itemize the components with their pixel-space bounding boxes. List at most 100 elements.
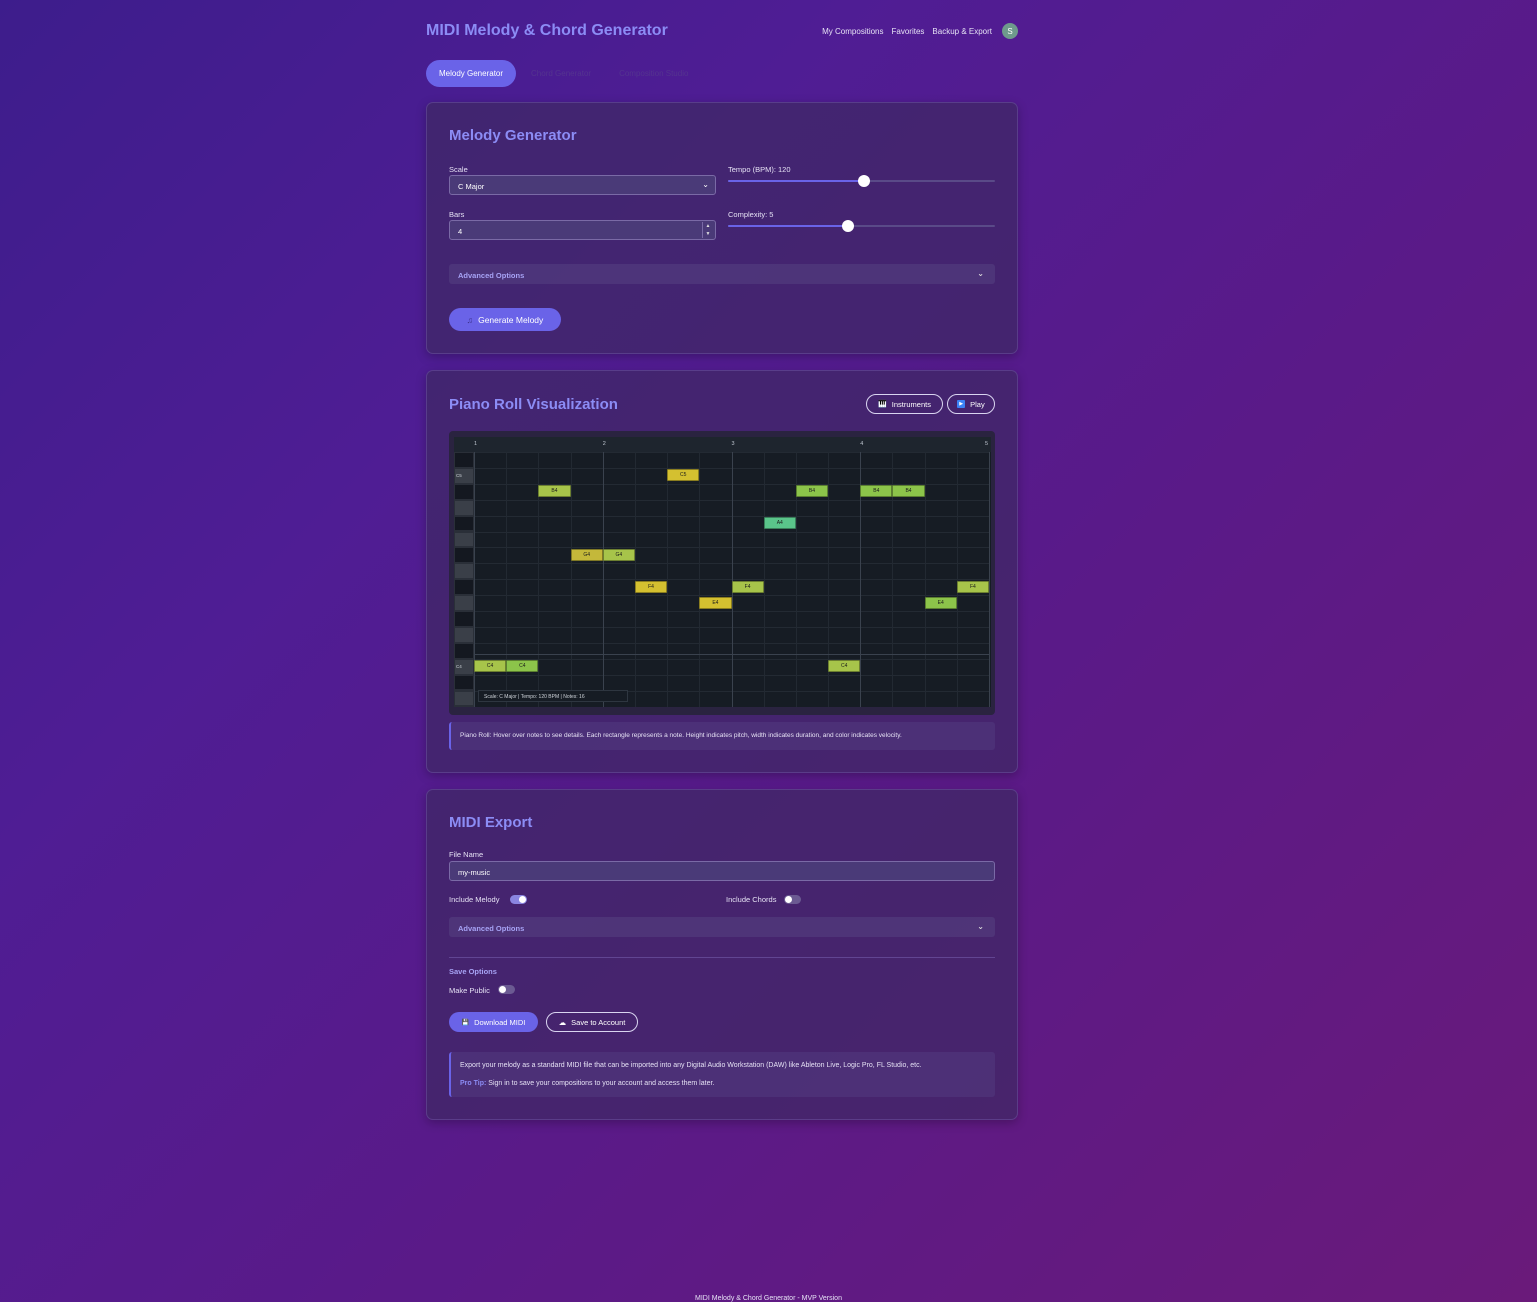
chevron-down-icon: ⌄	[977, 269, 984, 278]
play-label: Play	[970, 399, 985, 409]
app-title: MIDI Melody & Chord Generator	[426, 22, 668, 39]
piano-key	[455, 453, 473, 467]
tempo-slider[interactable]	[728, 175, 995, 187]
tab-bar: Melody Generator Chord Generator Composi…	[426, 60, 703, 87]
generate-melody-button[interactable]: ♫ Generate Melody	[449, 308, 561, 331]
piano-roll-note[interactable]: F4	[731, 580, 764, 593]
piano-roll-note[interactable]: C5	[667, 469, 700, 482]
piano-roll-note[interactable]: E4	[924, 596, 957, 609]
nav-favorites[interactable]: Favorites	[892, 27, 925, 36]
piano-roll-note[interactable]: A4	[763, 517, 796, 530]
grid-beat-line	[989, 452, 990, 707]
download-midi-label: Download MIDI	[474, 1017, 526, 1027]
grid-beat-line	[956, 452, 958, 707]
export-advanced-options-accordion[interactable]: Advanced Options ⌄	[449, 917, 995, 937]
avatar[interactable]: S	[1002, 23, 1018, 39]
tab-melody-generator[interactable]: Melody Generator	[426, 60, 517, 87]
piano-key	[455, 516, 473, 531]
piano-key	[455, 564, 473, 579]
pro-tip-text: Sign in to save your compositions to you…	[488, 1080, 715, 1087]
file-name-value: my-music	[458, 868, 491, 877]
piano-roll-note[interactable]: C4	[828, 660, 861, 673]
app-header: MIDI Melody & Chord Generator My Composi…	[426, 20, 1018, 44]
play-button[interactable]: ▶ Play	[947, 394, 995, 414]
piano-roll-canvas[interactable]: 1 2 3 4 5 C5 C4 C4 C4 B4 G4 G4 F4 C5 E4 F4 A4 B4 C4 B4 B4 E4 F…	[454, 437, 991, 707]
bars-label: Bars	[449, 210, 465, 219]
piano-key	[455, 580, 473, 595]
key-label: C5	[456, 472, 462, 478]
piano-key	[455, 596, 473, 610]
grid-beat-line	[763, 452, 765, 707]
bar-number: 4	[860, 441, 864, 447]
toggle-knob	[499, 986, 506, 993]
instruments-label: Instruments	[891, 399, 931, 409]
include-chords-toggle[interactable]	[784, 895, 801, 904]
complexity-slider-thumb[interactable]	[842, 220, 855, 232]
tempo-slider-thumb[interactable]	[858, 175, 871, 187]
download-midi-button[interactable]: 💾 Download MIDI	[449, 1012, 538, 1032]
piano-roll-note[interactable]: B4	[795, 485, 829, 498]
export-info-text: Export your melody as a standard MIDI fi…	[460, 1062, 922, 1069]
complexity-slider[interactable]	[728, 220, 995, 232]
pro-tip-label: Pro Tip:	[460, 1080, 487, 1087]
toggle-knob	[519, 896, 526, 903]
piano-key	[455, 484, 473, 499]
piano-roll-note[interactable]: C4	[506, 660, 539, 673]
bars-input-value: 4	[458, 227, 463, 236]
grid-beat-line	[731, 452, 733, 707]
piano-roll-note[interactable]: B4	[860, 485, 893, 498]
chevron-down-icon: ⌄	[702, 180, 709, 189]
tab-chord-generator[interactable]: Chord Generator	[518, 60, 604, 87]
piano-roll-note[interactable]: B4	[892, 485, 925, 498]
piano-roll-title: Piano Roll Visualization	[449, 396, 618, 413]
tab-composition-studio[interactable]: Composition Studio	[606, 60, 701, 87]
file-name-label: File Name	[449, 850, 484, 859]
grid-beat-line	[924, 452, 926, 707]
piano-roll-note[interactable]: B4	[538, 485, 571, 498]
make-public-label: Make Public	[449, 986, 490, 995]
piano-icon: 🎹	[878, 401, 887, 408]
nav-my-compositions[interactable]: My Compositions	[822, 27, 883, 36]
piano-roll-note[interactable]: F4	[634, 580, 668, 593]
bar-number: 3	[731, 441, 735, 447]
octave-line	[474, 653, 989, 655]
grid-beat-line	[602, 452, 604, 707]
piano-key	[455, 675, 473, 690]
number-stepper[interactable]: ▲ ▼	[702, 222, 713, 238]
make-public-toggle[interactable]	[498, 985, 515, 994]
grid-beat-line	[570, 452, 572, 707]
nav-backup-export[interactable]: Backup & Export	[932, 27, 992, 36]
complexity-label: Complexity: 5	[728, 210, 774, 219]
piano-key	[455, 691, 473, 706]
instruments-button[interactable]: 🎹 Instruments	[866, 394, 943, 414]
piano-key	[455, 532, 473, 547]
piano-roll-note[interactable]: G4	[602, 548, 635, 561]
key-label: C4	[456, 663, 462, 669]
divider	[449, 957, 995, 958]
include-melody-label: Include Melody	[449, 895, 500, 904]
bar-number: 1	[474, 441, 478, 447]
piano-key	[455, 612, 473, 626]
top-nav: My Compositions Favorites Backup & Expor…	[822, 23, 1018, 39]
scale-label: Scale	[449, 165, 468, 174]
piano-key	[455, 500, 473, 515]
advanced-options-accordion[interactable]: Advanced Options ⌄	[449, 264, 995, 284]
bar-number: 5	[985, 441, 989, 447]
piano-roll-frame: 1 2 3 4 5 C5 C4 C4 C4 B4 G4 G4 F4 C5 E4 F4 A4 B4 C4 B4 B4 E4 F…	[449, 431, 995, 715]
piano-roll-note[interactable]: F4	[956, 580, 989, 593]
piano-roll-note[interactable]: G4	[570, 548, 603, 561]
piano-roll-note[interactable]: C4	[474, 660, 507, 673]
melody-generator-card: Melody Generator Scale C Major ⌄ Tempo (…	[426, 102, 1018, 354]
generate-melody-label: Generate Melody	[478, 314, 544, 325]
midi-export-card: MIDI Export File Name my-music Include M…	[426, 789, 1018, 1120]
save-disk-icon: 💾	[461, 1019, 470, 1026]
piano-roll-note[interactable]: E4	[699, 596, 732, 609]
cloud-icon: ☁	[558, 1017, 567, 1027]
save-to-account-button[interactable]: ☁ Save to Account	[546, 1012, 638, 1032]
file-name-input[interactable]: my-music	[449, 861, 995, 881]
piano-roll-card: Piano Roll Visualization 🎹 Instruments ▶…	[426, 370, 1018, 773]
scale-select[interactable]: C Major ⌄	[449, 175, 716, 195]
save-to-account-label: Save to Account	[571, 1017, 626, 1027]
include-melody-toggle[interactable]	[510, 895, 527, 904]
bars-input[interactable]: 4 ▲ ▼	[449, 220, 716, 240]
